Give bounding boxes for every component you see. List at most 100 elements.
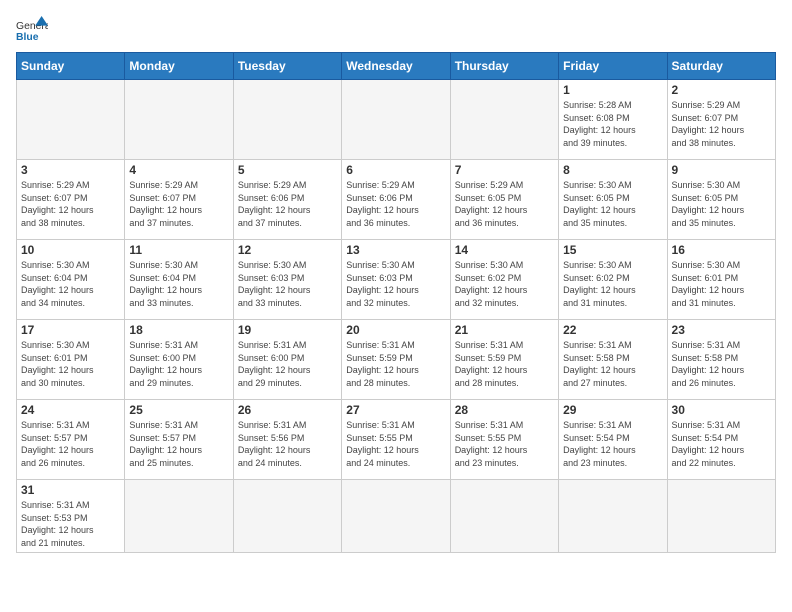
day-info: Sunrise: 5:31 AM Sunset: 5:54 PM Dayligh… — [672, 419, 771, 469]
day-info: Sunrise: 5:29 AM Sunset: 6:06 PM Dayligh… — [238, 179, 337, 229]
calendar-cell: 15Sunrise: 5:30 AM Sunset: 6:02 PM Dayli… — [559, 240, 667, 320]
day-number: 7 — [455, 163, 554, 177]
day-number: 30 — [672, 403, 771, 417]
calendar-week-row: 17Sunrise: 5:30 AM Sunset: 6:01 PM Dayli… — [17, 320, 776, 400]
calendar-table: SundayMondayTuesdayWednesdayThursdayFrid… — [16, 52, 776, 553]
day-info: Sunrise: 5:30 AM Sunset: 6:02 PM Dayligh… — [563, 259, 662, 309]
calendar-cell: 6 Sunrise: 5:29 AM Sunset: 6:06 PM Daylig… — [342, 160, 450, 240]
calendar-week-row: 31 Sunrise: 5:31 AM Sunset: 5:53 PM Dayli… — [17, 480, 776, 553]
day-number: 5 — [238, 163, 337, 177]
day-number: 22 — [563, 323, 662, 337]
calendar-cell: 2 Sunrise: 5:29 AM Sunset: 6:07 PM Daylig… — [667, 80, 775, 160]
day-info: Sunrise: 5:29 AM Sunset: 6:07 PM Dayligh… — [672, 99, 771, 149]
day-info: Sunrise: 5:31 AM Sunset: 5:55 PM Dayligh… — [346, 419, 445, 469]
calendar-cell — [125, 80, 233, 160]
day-number: 26 — [238, 403, 337, 417]
day-info: Sunrise: 5:30 AM Sunset: 6:05 PM Dayligh… — [672, 179, 771, 229]
calendar-week-row: 3 Sunrise: 5:29 AM Sunset: 6:07 PM Daylig… — [17, 160, 776, 240]
calendar-cell: 14 Sunrise: 5:30 AM Sunset: 6:02 PM Dayli… — [450, 240, 558, 320]
calendar-cell — [125, 480, 233, 553]
day-info: Sunrise: 5:31 AM Sunset: 5:54 PM Dayligh… — [563, 419, 662, 469]
calendar-cell — [450, 80, 558, 160]
day-number: 2 — [672, 83, 771, 97]
day-number: 11 — [129, 243, 228, 257]
day-info: Sunrise: 5:30 AM Sunset: 6:01 PM Dayligh… — [672, 259, 771, 309]
calendar-cell: 8Sunrise: 5:30 AM Sunset: 6:05 PM Daylig… — [559, 160, 667, 240]
day-number: 4 — [129, 163, 228, 177]
day-number: 12 — [238, 243, 337, 257]
calendar-cell: 5 Sunrise: 5:29 AM Sunset: 6:06 PM Daylig… — [233, 160, 341, 240]
day-info: Sunrise: 5:31 AM Sunset: 5:58 PM Dayligh… — [672, 339, 771, 389]
day-info: Sunrise: 5:30 AM Sunset: 6:03 PM Dayligh… — [238, 259, 337, 309]
calendar-cell: 1Sunrise: 5:28 AM Sunset: 6:08 PM Daylig… — [559, 80, 667, 160]
calendar-cell — [667, 480, 775, 553]
calendar-cell: 26 Sunrise: 5:31 AM Sunset: 5:56 PM Dayli… — [233, 400, 341, 480]
day-info: Sunrise: 5:31 AM Sunset: 5:53 PM Dayligh… — [21, 499, 120, 549]
day-info: Sunrise: 5:31 AM Sunset: 6:00 PM Dayligh… — [129, 339, 228, 389]
generalblue-logo-icon: General Blue — [16, 16, 48, 44]
calendar-cell: 13Sunrise: 5:30 AM Sunset: 6:03 PM Dayli… — [342, 240, 450, 320]
calendar-cell — [17, 80, 125, 160]
day-info: Sunrise: 5:31 AM Sunset: 5:55 PM Dayligh… — [455, 419, 554, 469]
day-info: Sunrise: 5:30 AM Sunset: 6:04 PM Dayligh… — [21, 259, 120, 309]
calendar-cell — [342, 480, 450, 553]
weekday-header-thursday: Thursday — [450, 53, 558, 80]
day-info: Sunrise: 5:30 AM Sunset: 6:02 PM Dayligh… — [455, 259, 554, 309]
calendar-cell: 4 Sunrise: 5:29 AM Sunset: 6:07 PM Daylig… — [125, 160, 233, 240]
calendar-cell: 12 Sunrise: 5:30 AM Sunset: 6:03 PM Dayli… — [233, 240, 341, 320]
day-info: Sunrise: 5:30 AM Sunset: 6:03 PM Dayligh… — [346, 259, 445, 309]
logo: General Blue — [16, 16, 48, 44]
calendar-cell: 25Sunrise: 5:31 AM Sunset: 5:57 PM Dayli… — [125, 400, 233, 480]
day-number: 16 — [672, 243, 771, 257]
day-number: 19 — [238, 323, 337, 337]
calendar-cell: 29Sunrise: 5:31 AM Sunset: 5:54 PM Dayli… — [559, 400, 667, 480]
weekday-header-friday: Friday — [559, 53, 667, 80]
calendar-cell — [450, 480, 558, 553]
day-info: Sunrise: 5:31 AM Sunset: 6:00 PM Dayligh… — [238, 339, 337, 389]
day-info: Sunrise: 5:31 AM Sunset: 5:59 PM Dayligh… — [455, 339, 554, 389]
day-info: Sunrise: 5:29 AM Sunset: 6:06 PM Dayligh… — [346, 179, 445, 229]
day-number: 10 — [21, 243, 120, 257]
day-number: 14 — [455, 243, 554, 257]
calendar-cell: 30 Sunrise: 5:31 AM Sunset: 5:54 PM Dayli… — [667, 400, 775, 480]
calendar-cell — [233, 480, 341, 553]
day-info: Sunrise: 5:29 AM Sunset: 6:07 PM Dayligh… — [129, 179, 228, 229]
day-number: 24 — [21, 403, 120, 417]
day-info: Sunrise: 5:31 AM Sunset: 5:58 PM Dayligh… — [563, 339, 662, 389]
weekday-header-sunday: Sunday — [17, 53, 125, 80]
day-info: Sunrise: 5:31 AM Sunset: 5:57 PM Dayligh… — [21, 419, 120, 469]
weekday-header-wednesday: Wednesday — [342, 53, 450, 80]
day-number: 3 — [21, 163, 120, 177]
calendar-cell: 11Sunrise: 5:30 AM Sunset: 6:04 PM Dayli… — [125, 240, 233, 320]
day-info: Sunrise: 5:30 AM Sunset: 6:05 PM Dayligh… — [563, 179, 662, 229]
calendar-week-row: 10 Sunrise: 5:30 AM Sunset: 6:04 PM Dayli… — [17, 240, 776, 320]
day-number: 1 — [563, 83, 662, 97]
day-number: 21 — [455, 323, 554, 337]
weekday-header-row: SundayMondayTuesdayWednesdayThursdayFrid… — [17, 53, 776, 80]
calendar-cell: 9Sunrise: 5:30 AM Sunset: 6:05 PM Daylig… — [667, 160, 775, 240]
calendar-cell: 10 Sunrise: 5:30 AM Sunset: 6:04 PM Dayli… — [17, 240, 125, 320]
calendar-cell: 19 Sunrise: 5:31 AM Sunset: 6:00 PM Dayli… — [233, 320, 341, 400]
calendar-week-row: 1Sunrise: 5:28 AM Sunset: 6:08 PM Daylig… — [17, 80, 776, 160]
day-info: Sunrise: 5:29 AM Sunset: 6:05 PM Dayligh… — [455, 179, 554, 229]
calendar-cell: 23 Sunrise: 5:31 AM Sunset: 5:58 PM Dayli… — [667, 320, 775, 400]
svg-text:Blue: Blue — [16, 32, 39, 43]
calendar-cell: 24 Sunrise: 5:31 AM Sunset: 5:57 PM Dayli… — [17, 400, 125, 480]
day-number: 25 — [129, 403, 228, 417]
calendar-cell: 27 Sunrise: 5:31 AM Sunset: 5:55 PM Dayli… — [342, 400, 450, 480]
day-info: Sunrise: 5:31 AM Sunset: 5:56 PM Dayligh… — [238, 419, 337, 469]
calendar-cell: 17Sunrise: 5:30 AM Sunset: 6:01 PM Dayli… — [17, 320, 125, 400]
day-number: 6 — [346, 163, 445, 177]
day-number: 31 — [21, 483, 120, 497]
day-info: Sunrise: 5:29 AM Sunset: 6:07 PM Dayligh… — [21, 179, 120, 229]
calendar-cell: 21 Sunrise: 5:31 AM Sunset: 5:59 PM Dayli… — [450, 320, 558, 400]
day-number: 28 — [455, 403, 554, 417]
day-number: 17 — [21, 323, 120, 337]
calendar-week-row: 24 Sunrise: 5:31 AM Sunset: 5:57 PM Dayli… — [17, 400, 776, 480]
day-number: 23 — [672, 323, 771, 337]
calendar-cell: 18Sunrise: 5:31 AM Sunset: 6:00 PM Dayli… — [125, 320, 233, 400]
calendar-cell: 20Sunrise: 5:31 AM Sunset: 5:59 PM Dayli… — [342, 320, 450, 400]
calendar-cell: 3 Sunrise: 5:29 AM Sunset: 6:07 PM Daylig… — [17, 160, 125, 240]
calendar-cell — [233, 80, 341, 160]
day-number: 27 — [346, 403, 445, 417]
